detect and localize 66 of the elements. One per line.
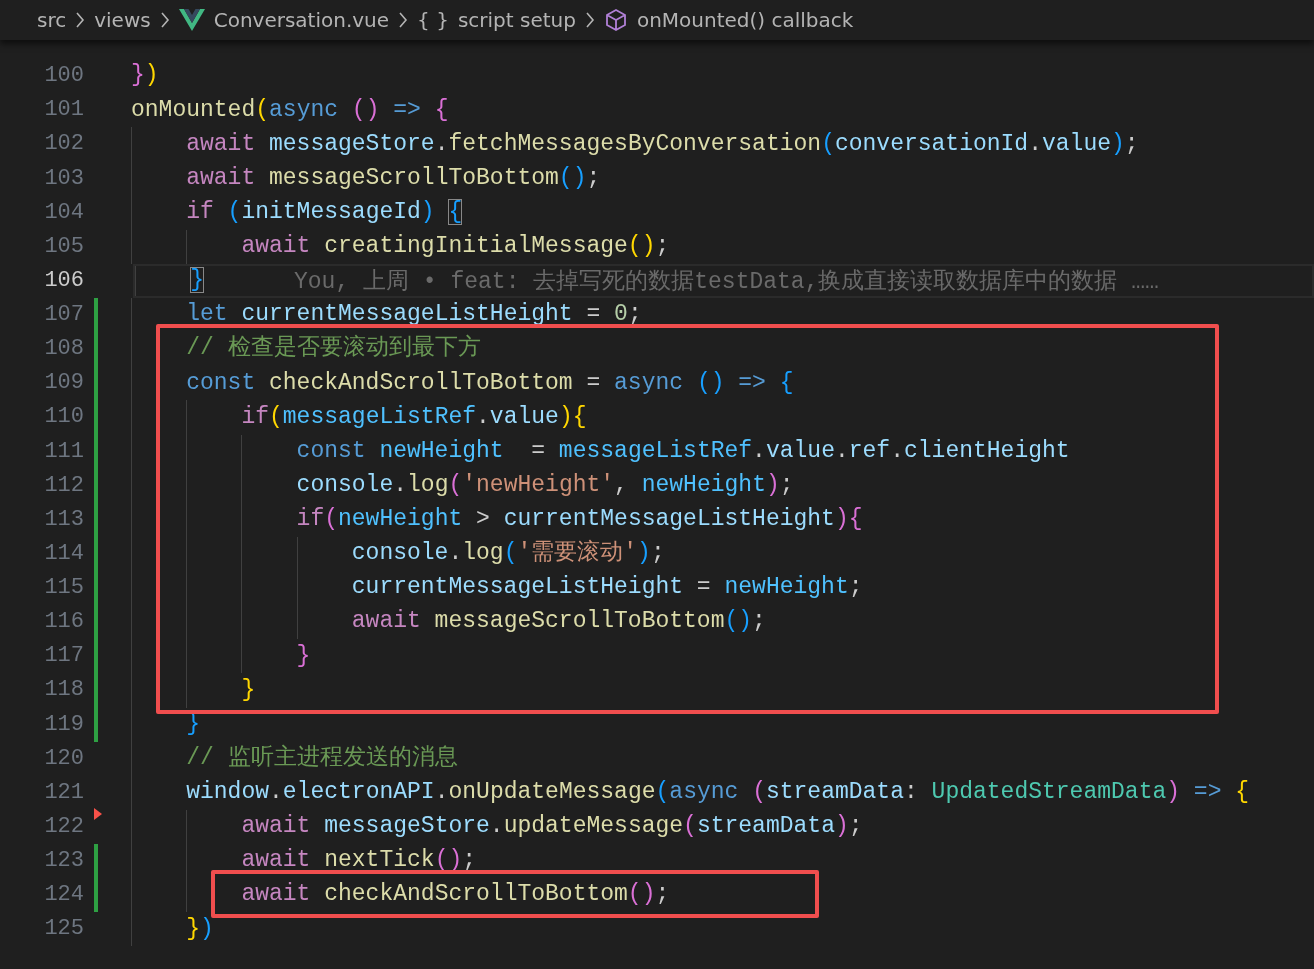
line-number: 102 xyxy=(43,130,84,159)
code-line: }) xyxy=(186,915,214,944)
blame-annotation: You, 上周 • feat: 去掉写死的数据testData,换成直接读取数据库中的数据 …… xyxy=(294,267,1159,297)
line-number: 110 xyxy=(43,403,84,432)
code-line: await messageStore.fetchMessagesByConversation(conversationId.value); xyxy=(186,130,1139,159)
v-logo-icon xyxy=(178,9,205,31)
line-number: 118 xyxy=(43,676,84,705)
line-number: 124 xyxy=(43,881,84,910)
code-line: if(messageListRef.value){ xyxy=(241,403,587,432)
chevron-icon xyxy=(75,11,86,29)
line-number: 108 xyxy=(43,335,84,364)
code-line: const checkAndScrollToBottom = async () => { xyxy=(186,369,794,398)
line-number: 114 xyxy=(43,539,84,568)
line-number: 106 xyxy=(43,266,84,295)
code-line: onMounted(async () => { xyxy=(131,96,449,125)
code-line: // 检查是否要滚动到最下方 xyxy=(186,335,481,363)
code-line: } xyxy=(190,267,204,295)
line-number: 120 xyxy=(43,744,84,773)
chevron-icon xyxy=(584,11,595,29)
line-number: 122 xyxy=(43,812,84,841)
code-line: console.log('newHeight', newHeight); xyxy=(296,471,794,500)
code-line: // 监听主进程发送的消息 xyxy=(186,744,458,773)
chevron-icon xyxy=(159,11,170,29)
deletion-marker-icon[interactable] xyxy=(94,807,102,820)
line-number: 113 xyxy=(43,505,84,534)
breadcrumb-link[interactable]: Conversation.vue xyxy=(213,8,390,32)
line-number: 107 xyxy=(43,301,84,329)
code-line: await creatingInitialMessage(); xyxy=(241,233,670,261)
code-line: currentMessageListHeight = newHeight; xyxy=(351,574,863,602)
breadcrumb-link[interactable]: views xyxy=(94,8,151,32)
code-line: await messageStore.updateMessage(streamData); xyxy=(241,813,863,841)
code-line: window.electronAPI.onUpdateMessage(async (streamData: UpdatedStreamData) => { xyxy=(186,779,1250,807)
braces-icon: { } xyxy=(417,8,449,32)
line-number: 100 xyxy=(43,62,84,91)
code-line: await nextTick(); xyxy=(241,847,477,875)
code-line: await messageScrollToBottom(); xyxy=(351,608,766,636)
code-line: }) xyxy=(131,62,159,90)
breadcrumb-link[interactable]: onMounted() callback xyxy=(636,8,854,32)
code-line: } xyxy=(296,642,311,671)
line-number: 115 xyxy=(43,574,84,602)
code-line: console.log('需要滚动'); xyxy=(351,540,665,568)
chevron-icon xyxy=(398,11,409,29)
line-number: 117 xyxy=(43,642,84,671)
line-number: 103 xyxy=(43,164,84,193)
code-line: if(newHeight > currentMessageListHeight){ xyxy=(296,506,863,534)
breadcrumb-link[interactable]: src xyxy=(37,8,67,32)
code-line: await messageScrollToBottom(); xyxy=(186,164,601,193)
line-number: 123 xyxy=(43,847,84,875)
line-number: 116 xyxy=(43,608,84,637)
line-number: 109 xyxy=(43,369,84,398)
line-number: 101 xyxy=(43,96,84,125)
line-number: 121 xyxy=(43,778,84,807)
code-line: await checkAndScrollToBottom(); xyxy=(241,881,670,909)
line-number: 112 xyxy=(43,471,84,500)
change-bar[interactable] xyxy=(94,878,98,913)
line-number: 105 xyxy=(43,232,84,261)
line-number: 111 xyxy=(43,437,84,466)
code-line: let currentMessageListHeight = 0; xyxy=(186,301,642,329)
line-number: 104 xyxy=(43,198,84,227)
code-line: } xyxy=(241,676,256,705)
breadcrumb-link[interactable]: script setup xyxy=(457,8,576,32)
line-number: 119 xyxy=(43,710,84,739)
line-number: 125 xyxy=(43,915,84,944)
cube-icon xyxy=(603,8,628,32)
code-line: if (initMessageId) { xyxy=(186,198,463,227)
code-line: const newHeight = messageListRef.value.ref.clientHeight xyxy=(296,437,1070,466)
